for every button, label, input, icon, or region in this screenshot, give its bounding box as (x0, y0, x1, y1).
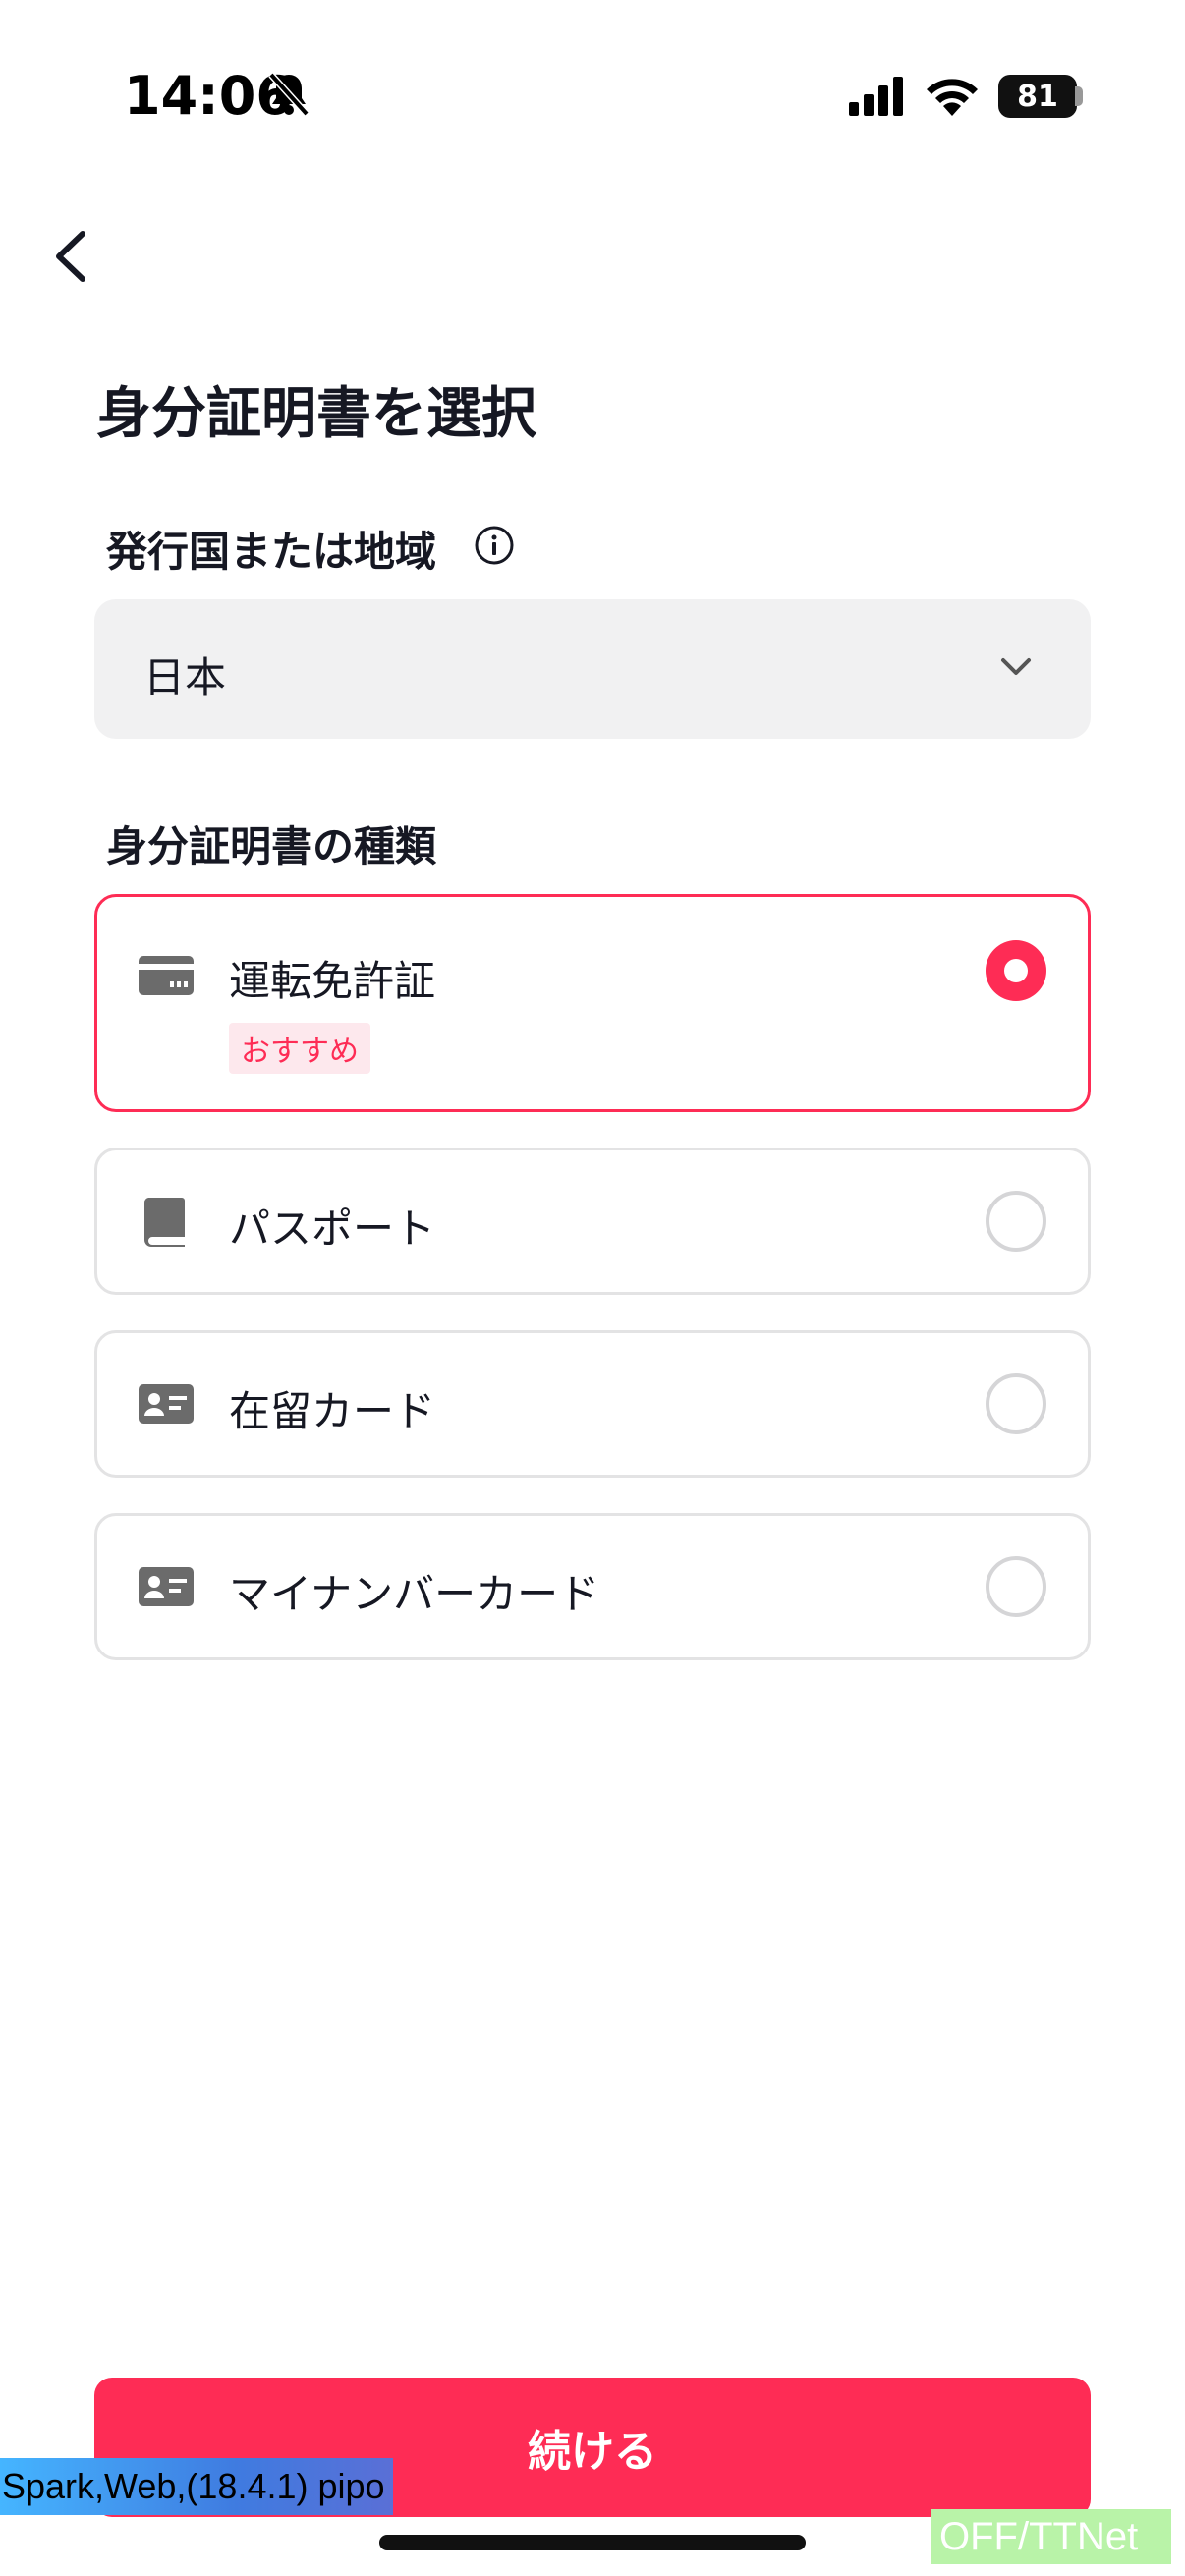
page-title: 身分証明書を選択 (96, 382, 536, 446)
screen: 14:06 81 身分証明書を選択 発行国または地域 日本 身分証明書の種類 運… (0, 0, 1185, 2576)
country-label: 発行国または地域 (106, 528, 437, 576)
option-passport[interactable]: パスポート (94, 1148, 1091, 1295)
home-indicator[interactable] (379, 2535, 806, 2550)
option-my-number-card[interactable]: マイナンバーカード (94, 1513, 1091, 1660)
info-icon[interactable] (474, 525, 515, 566)
network-badge: OFF/TTNet (931, 2509, 1171, 2564)
passport-book-icon (143, 1198, 185, 1247)
radio-unselected[interactable] (986, 1191, 1046, 1252)
my-number-card-icon (139, 1567, 194, 1606)
id-type-label: 身分証明書の種類 (106, 822, 437, 870)
back-button[interactable] (39, 222, 108, 291)
country-value: 日本 (143, 653, 227, 701)
option-label: 運転免許証 (229, 957, 436, 1005)
radio-unselected[interactable] (986, 1556, 1046, 1617)
debug-badge: Spark,Web,(18.4.1) pipo (0, 2458, 393, 2515)
option-drivers-license[interactable]: 運転免許証 おすすめ (94, 894, 1091, 1112)
wifi-icon (927, 79, 978, 116)
radio-unselected[interactable] (986, 1373, 1046, 1434)
battery-cap (1075, 86, 1083, 106)
chevron-down-icon (1001, 658, 1031, 675)
continue-label: 続ける (528, 2427, 657, 2477)
battery-indicator: 81 (998, 75, 1077, 118)
option-label: マイナンバーカード (229, 1570, 600, 1618)
option-label: 在留カード (229, 1387, 436, 1435)
residence-card-icon (139, 1384, 194, 1424)
recommended-badge: おすすめ (229, 1023, 370, 1074)
option-label: パスポート (229, 1204, 436, 1253)
battery-level: 81 (1017, 79, 1058, 114)
radio-selected[interactable] (986, 940, 1046, 1001)
bell-slash-icon (268, 72, 310, 117)
id-card-icon (139, 956, 194, 995)
country-select[interactable]: 日本 (94, 599, 1091, 739)
cellular-signal-icon (849, 77, 903, 116)
option-residence-card[interactable]: 在留カード (94, 1330, 1091, 1478)
